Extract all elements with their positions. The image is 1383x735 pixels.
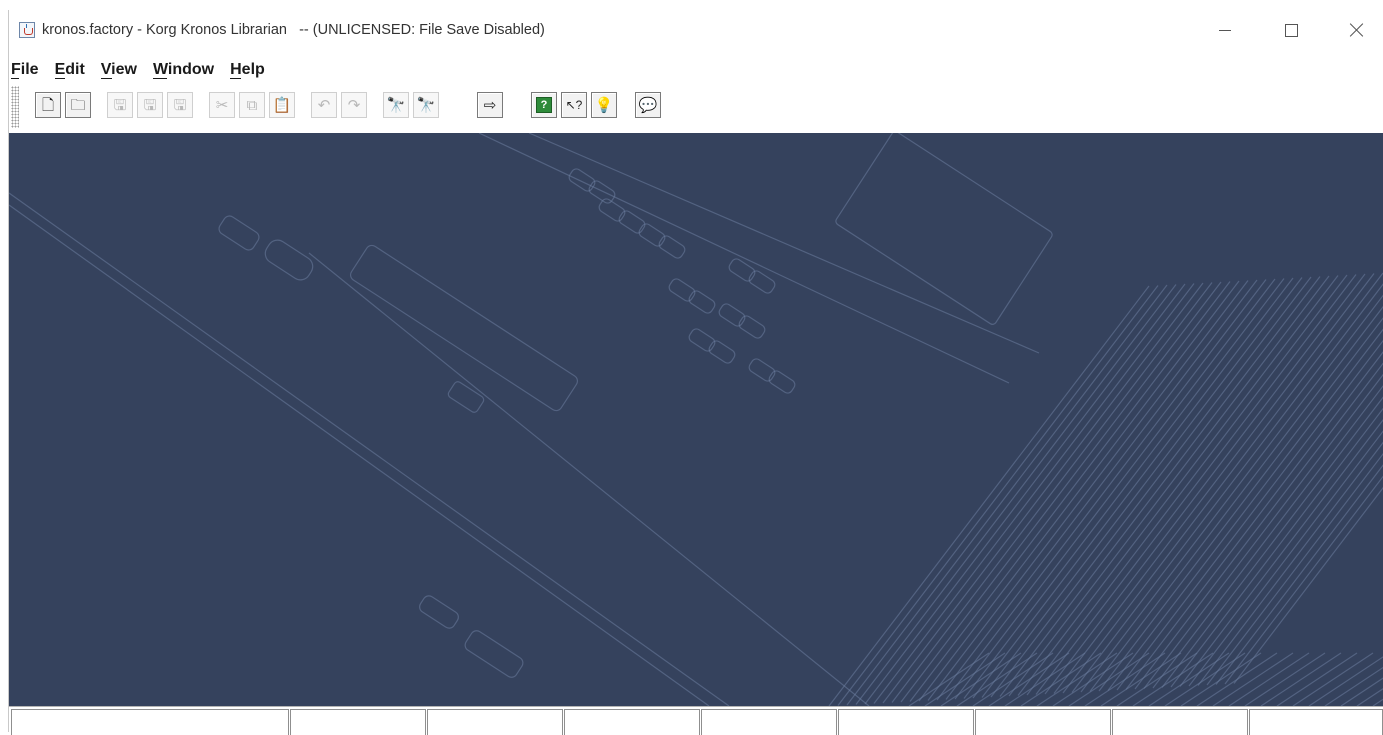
desktop-background (9, 133, 1383, 706)
feedback-balloon-icon: 💬 (638, 96, 658, 114)
context-help-icon: ↖? (565, 98, 583, 112)
maximize-icon (1284, 23, 1298, 37)
save-icon: 🖫 (113, 96, 127, 114)
minimize-icon (1219, 29, 1231, 31)
title-bar[interactable]: kronos.factory - Korg Kronos Librarian -… (9, 10, 1383, 54)
tip-bulb-icon: 💡 (594, 96, 614, 114)
cut-button[interactable]: ✂ (209, 92, 235, 118)
maximize-button[interactable] (1268, 15, 1314, 45)
menu-window[interactable]: Window (152, 61, 214, 79)
menu-edit[interactable]: Edit (54, 61, 85, 79)
save-button[interactable]: 🖫 (107, 92, 133, 118)
app-window: kronos.factory - Korg Kronos Librarian -… (8, 10, 1383, 735)
help-contents-icon: ? (536, 97, 552, 113)
cut-icon: ✂ (215, 96, 229, 114)
context-help-button[interactable]: ↖? (561, 92, 587, 118)
status-cell (1112, 709, 1248, 735)
status-cell (1249, 709, 1383, 735)
menu-bar: File Edit View Window Help (9, 58, 1383, 82)
status-cell (701, 709, 837, 735)
status-cell (564, 709, 700, 735)
paste-button[interactable]: 📋 (269, 92, 295, 118)
find-button[interactable]: 🔭 (383, 92, 409, 118)
open-folder-icon: 🗀 (70, 96, 86, 114)
java-icon[interactable] (19, 22, 35, 38)
export-icon: ⇨ (483, 96, 497, 114)
copy-icon: ⧉ (246, 96, 258, 114)
find-icon: 🔭 (386, 96, 406, 114)
export-button[interactable]: ⇨ (477, 92, 503, 118)
menu-view[interactable]: View (100, 61, 137, 79)
menu-file[interactable]: File (11, 61, 39, 79)
new-file-button[interactable]: 🗋 (35, 92, 61, 118)
find-next-icon: 🔭 (416, 96, 436, 114)
status-cell (427, 709, 563, 735)
status-cell (838, 709, 974, 735)
keyboard-background-image (9, 133, 1383, 706)
status-cell (975, 709, 1111, 735)
status-cell (290, 709, 426, 735)
find-next-button[interactable]: 🔭 (413, 92, 439, 118)
new-file-icon: 🗋 (41, 96, 55, 114)
save-as-icon: 🖫 (143, 96, 157, 114)
help-contents-button[interactable]: ? (531, 92, 557, 118)
toolbar: 🗋 🗀 🖫 🖫 🖫 ✂ ⧉ 📋 ↶ ↷ 🔭 🔭 ⇨ ? ↖? 💡 💬 (9, 82, 1383, 132)
menu-help[interactable]: Help (230, 61, 265, 79)
close-icon (1350, 23, 1364, 37)
status-bar (9, 706, 1383, 735)
paste-icon: 📋 (272, 96, 292, 114)
redo-button[interactable]: ↷ (341, 92, 367, 118)
undo-button[interactable]: ↶ (311, 92, 337, 118)
undo-icon: ↶ (317, 96, 331, 114)
save-all-button[interactable]: 🖫 (167, 92, 193, 118)
close-button[interactable] (1334, 15, 1380, 45)
minimize-button[interactable] (1202, 15, 1248, 45)
feedback-button[interactable]: 💬 (635, 92, 661, 118)
toolbar-grip[interactable] (11, 86, 19, 128)
save-all-icon: 🖫 (173, 96, 187, 114)
tip-button[interactable]: 💡 (591, 92, 617, 118)
copy-button[interactable]: ⧉ (239, 92, 265, 118)
status-cell (11, 709, 289, 735)
redo-icon: ↷ (347, 96, 361, 114)
save-as-button[interactable]: 🖫 (137, 92, 163, 118)
open-button[interactable]: 🗀 (65, 92, 91, 118)
window-title: kronos.factory - Korg Kronos Librarian -… (42, 22, 545, 38)
